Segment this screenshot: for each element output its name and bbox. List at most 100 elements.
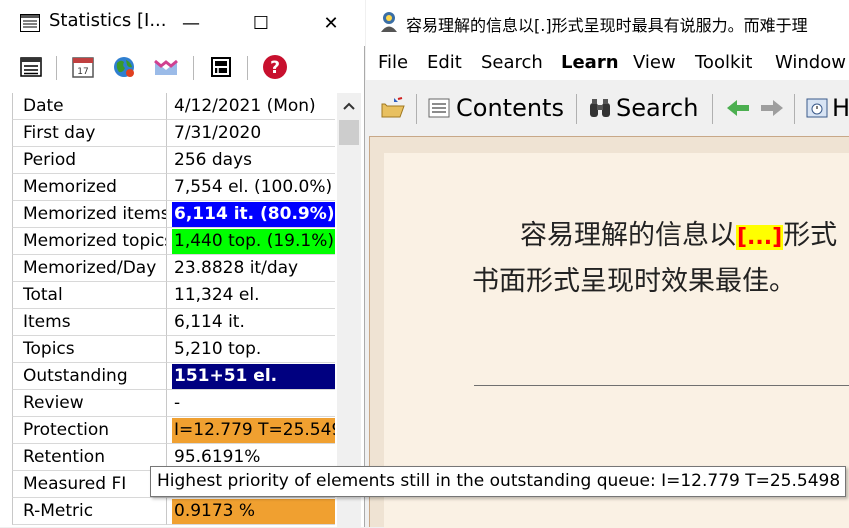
menu-learn[interactable]: Learn [561, 52, 619, 73]
folder-open-icon[interactable] [380, 92, 406, 124]
statistics-row-label: Total [12, 282, 167, 309]
statistics-row-label: Retention [12, 444, 167, 471]
menu-file[interactable]: File [378, 52, 408, 73]
contents-button[interactable]: Contents [428, 92, 564, 124]
toolbar-separator [416, 94, 417, 124]
statistics-app-icon [20, 14, 40, 32]
statistics-row-value: 151+51 el. [172, 364, 335, 389]
statistics-row: R-Metric 0.9173 % [12, 498, 335, 525]
statistics-row-label: Review [12, 390, 167, 417]
globe-icon[interactable] [111, 54, 137, 80]
close-button[interactable]: ✕ [301, 0, 361, 46]
statistics-row: Total 11,324 el. [12, 282, 335, 309]
statistics-row: Review - [12, 390, 335, 417]
contents-icon [428, 98, 450, 118]
statistics-row-value-cell: 6,114 it. [167, 309, 335, 336]
statistics-row-value-cell: 5,210 top. [167, 336, 335, 363]
toolbar-separator [794, 94, 795, 124]
statistics-row-value-cell: 4/12/2021 (Mon) [167, 93, 335, 120]
toolbar-separator [576, 94, 577, 124]
menu-toolkit[interactable]: Toolkit [695, 52, 752, 73]
statistics-row-value: 6,114 it. (80.9%) [172, 202, 335, 227]
list-icon[interactable] [18, 54, 44, 80]
statistics-row-value: - [174, 393, 181, 413]
statistics-row-value-cell: - [167, 390, 335, 417]
back-arrow-icon[interactable] [725, 92, 751, 124]
scrollbar-thumb[interactable] [339, 120, 359, 145]
calendar-icon[interactable]: 17 [70, 54, 96, 80]
menu-bar: File Edit Search Learn View Toolkit Wind… [366, 46, 849, 80]
toolbar-separator [56, 56, 57, 80]
statistics-row-value-cell: 1,440 top. (19.1%) [167, 228, 335, 255]
statistics-row-label: Protection [12, 417, 167, 444]
svg-text:?: ? [270, 58, 280, 78]
statistics-row-label: Memorized [12, 174, 167, 201]
statistics-row-value: 5,210 top. [174, 339, 262, 359]
statistics-row-label: Period [12, 147, 167, 174]
statistics-row-label: Date [12, 93, 167, 120]
statistics-row: Period 256 days [12, 147, 335, 174]
statistics-row-label: Memorized/Day [12, 255, 167, 282]
statistics-row: Date 4/12/2021 (Mon) [12, 93, 335, 120]
contents-label: Contents [456, 94, 564, 122]
statistics-row-label: Memorized topics [12, 228, 167, 255]
statistics-row-value: 0.9173 % [172, 499, 335, 524]
statistics-row-label: Topics [12, 336, 167, 363]
statistics-row-value-cell: 0.9173 % [167, 498, 335, 525]
statistics-row-value: 7/31/2020 [174, 123, 262, 143]
help-icon[interactable]: ? [262, 54, 288, 80]
element-title-bar[interactable]: 容易理解的信息以[.]形式呈现时最具有说服力。而难于理 [366, 0, 849, 46]
statistics-row-label: First day [12, 120, 167, 147]
statistics-row-value: 256 days [174, 150, 252, 170]
clock-icon [806, 98, 828, 118]
statistics-row: Topics 5,210 top. [12, 336, 335, 363]
statistics-row: First day 7/31/2020 [12, 120, 335, 147]
history-button[interactable]: H [806, 92, 849, 124]
statistics-row: Memorized topics 1,440 top. (19.1%) [12, 228, 335, 255]
statistics-row-value-cell: 23.8828 it/day [167, 255, 335, 282]
film-icon[interactable] [208, 54, 234, 80]
menu-window[interactable]: Window [775, 52, 846, 73]
statistics-row: Memorized/Day 23.8828 it/day [12, 255, 335, 282]
menu-search[interactable]: Search [481, 52, 543, 73]
statistics-window: Statistics [I... — ☐ ✕ 17 ? Date 4/12/20… [0, 0, 365, 527]
search-button[interactable]: Search [588, 92, 698, 124]
statistics-row-value-cell: 6,114 it. (80.9%) [167, 201, 335, 228]
statistics-row: Memorized 7,554 el. (100.0%) [12, 174, 335, 201]
statistics-row-value-cell: 7,554 el. (100.0%) [167, 174, 335, 201]
minimize-button[interactable]: — [161, 0, 221, 46]
statistics-row-value: 23.8828 it/day [174, 258, 299, 278]
statistics-row: ProtectionI=12.779 T=25.5498 [12, 417, 335, 444]
statistics-title-bar[interactable]: Statistics [I... — ☐ ✕ [0, 0, 365, 46]
element-window-title: 容易理解的信息以[.]形式呈现时最具有说服力。而难于理 [406, 16, 808, 35]
statistics-row-value-cell: 151+51 el. [167, 363, 335, 390]
mail-icon[interactable] [153, 54, 179, 80]
statistics-row-value-cell: I=12.779 T=25.5498 [167, 417, 335, 444]
menu-edit[interactable]: Edit [427, 52, 462, 73]
statistics-row: Outstanding 151+51 el. [12, 363, 335, 390]
supermemo-app-icon [378, 11, 400, 33]
statistics-row-value: 4/12/2021 (Mon) [174, 96, 316, 116]
maximize-button[interactable]: ☐ [231, 0, 291, 46]
statistics-row-value: 11,324 el. [174, 285, 260, 305]
protection-tooltip: Highest priority of elements still in th… [150, 466, 846, 497]
statistics-row-label: Outstanding [12, 363, 167, 390]
horizontal-rule [474, 385, 849, 386]
statistics-scrollbar[interactable] [337, 93, 361, 527]
toolbar-separator [193, 56, 194, 80]
question-text-before-cloze: 容易理解的信息以 [520, 220, 736, 251]
element-toolbar: Contents Search H [366, 86, 849, 130]
search-label: Search [616, 94, 699, 122]
cloze-deletion: [...] [736, 225, 784, 250]
statistics-row: Memorized items 6,114 it. (80.9%) [12, 201, 335, 228]
menu-view[interactable]: View [633, 52, 676, 73]
binoculars-icon [588, 97, 612, 119]
statistics-window-title: Statistics [I... [49, 10, 167, 31]
scroll-up-icon[interactable] [337, 93, 361, 119]
statistics-row-value: 1,440 top. (19.1%) [172, 229, 335, 254]
question-line-1: 容易理解的信息以[...]形式 [520, 213, 837, 261]
statistics-row-label: R-Metric [12, 498, 167, 525]
statistics-row-value-cell: 11,324 el. [167, 282, 335, 309]
forward-arrow-icon[interactable] [759, 92, 785, 124]
statistics-row-value: I=12.779 T=25.5498 [172, 418, 335, 443]
